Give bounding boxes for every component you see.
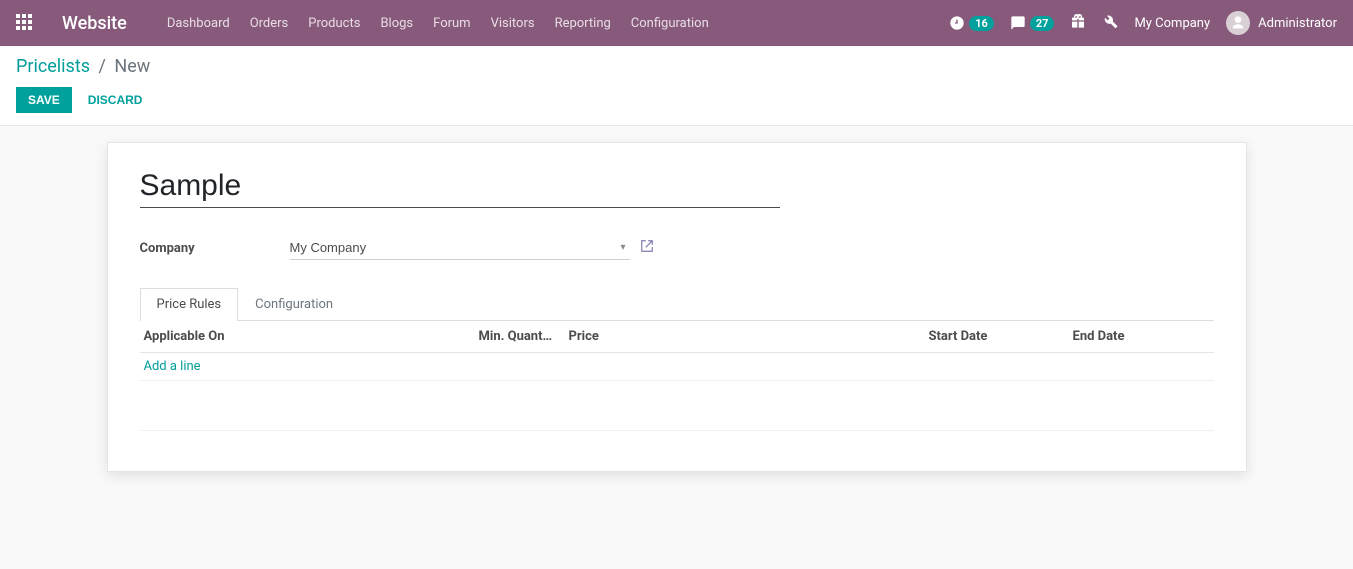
nav-orders[interactable]: Orders — [250, 16, 289, 31]
nav-right: 16 27 My Company Administrator — [949, 11, 1337, 35]
col-applicable-on[interactable]: Applicable On — [144, 329, 479, 344]
avatar-icon — [1226, 11, 1250, 35]
apps-icon[interactable] — [16, 14, 34, 32]
discard-button[interactable]: DISCARD — [84, 87, 147, 113]
table-empty-space — [140, 381, 1214, 431]
brand-title[interactable]: Website — [62, 13, 127, 34]
nav-forum[interactable]: Forum — [433, 16, 470, 31]
form-container: Company ▾ Price Rules Configuration Appl… — [0, 126, 1353, 512]
clock-icon — [949, 15, 965, 31]
wrench-icon — [1102, 13, 1118, 29]
col-price[interactable]: Price — [569, 329, 929, 344]
chevron-down-icon[interactable]: ▾ — [616, 242, 629, 253]
activity-indicator[interactable]: 16 — [949, 15, 994, 31]
company-label: Company — [140, 241, 290, 256]
gift-button[interactable] — [1070, 13, 1086, 33]
control-panel: Pricelists / New SAVE DISCARD — [0, 46, 1353, 126]
tools-button[interactable] — [1102, 13, 1118, 33]
table-header: Applicable On Min. Quant… Price Start Da… — [140, 321, 1214, 353]
table-row: Add a line — [140, 353, 1214, 381]
company-select[interactable]: ▾ — [290, 236, 630, 260]
company-field-row: Company ▾ — [140, 236, 1214, 260]
messages-indicator[interactable]: 27 — [1010, 15, 1055, 31]
breadcrumb: Pricelists / New — [16, 56, 1337, 77]
col-end-date[interactable]: End Date — [1073, 329, 1210, 344]
messages-badge: 27 — [1030, 16, 1055, 31]
col-start-date[interactable]: Start Date — [929, 329, 1073, 344]
breadcrumb-root[interactable]: Pricelists — [16, 56, 90, 77]
top-navbar: Website Dashboard Orders Products Blogs … — [0, 0, 1353, 46]
nav-products[interactable]: Products — [308, 16, 360, 31]
breadcrumb-current: New — [114, 56, 150, 77]
nav-configuration[interactable]: Configuration — [631, 16, 709, 31]
col-min-quantity[interactable]: Min. Quant… — [479, 329, 569, 344]
name-input[interactable] — [140, 167, 780, 208]
nav-menu: Dashboard Orders Products Blogs Forum Vi… — [167, 16, 709, 31]
nav-reporting[interactable]: Reporting — [555, 16, 611, 31]
breadcrumb-separator: / — [99, 56, 106, 77]
price-rules-table: Applicable On Min. Quant… Price Start Da… — [140, 320, 1214, 431]
user-name: Administrator — [1258, 16, 1337, 31]
external-link-button[interactable] — [640, 239, 654, 257]
action-buttons: SAVE DISCARD — [16, 87, 1337, 113]
user-menu[interactable]: Administrator — [1226, 11, 1337, 35]
add-line-button[interactable]: Add a line — [144, 359, 201, 374]
form-sheet: Company ▾ Price Rules Configuration Appl… — [107, 142, 1247, 472]
gift-icon — [1070, 13, 1086, 29]
nav-visitors[interactable]: Visitors — [491, 16, 535, 31]
activity-badge: 16 — [969, 16, 994, 31]
save-button[interactable]: SAVE — [16, 87, 72, 113]
nav-dashboard[interactable]: Dashboard — [167, 16, 230, 31]
tabs: Price Rules Configuration — [140, 288, 1214, 320]
company-input[interactable] — [290, 236, 617, 259]
tab-price-rules[interactable]: Price Rules — [140, 288, 239, 320]
tab-configuration[interactable]: Configuration — [238, 288, 350, 320]
company-switcher[interactable]: My Company — [1134, 16, 1210, 31]
external-link-icon — [640, 239, 654, 253]
nav-blogs[interactable]: Blogs — [380, 16, 413, 31]
chat-icon — [1010, 15, 1026, 31]
